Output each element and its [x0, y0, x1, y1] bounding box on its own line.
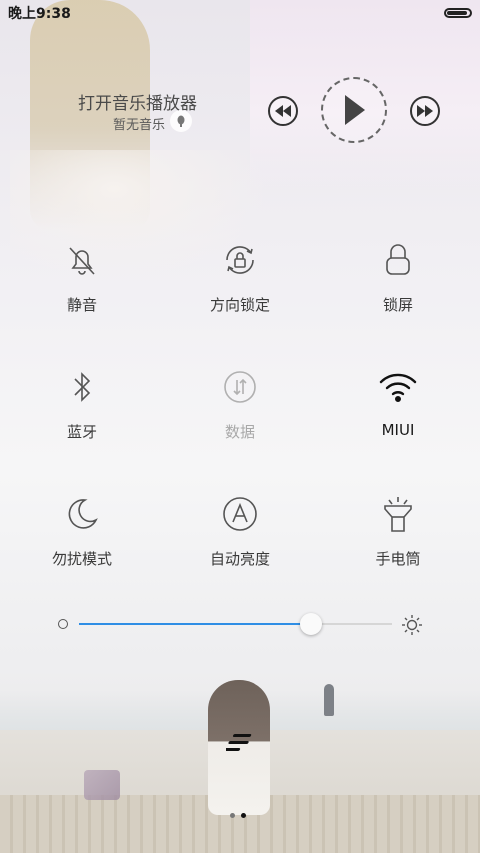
auto-brightness-icon [220, 494, 260, 534]
toggle-mobile-data[interactable]: 数据 [180, 367, 300, 457]
music-subtitle: 暂无音乐 [113, 118, 166, 133]
page-dot [230, 813, 235, 818]
battery-icon [444, 8, 472, 18]
battery-level [447, 11, 467, 15]
brightness-slider-thumb[interactable] [299, 613, 322, 635]
lock-icon [378, 240, 418, 280]
brightness-low-icon [58, 619, 68, 629]
toggle-do-not-disturb[interactable]: 勿扰模式 [22, 494, 142, 584]
toggle-label: MIUI [381, 421, 415, 439]
collapse-handle-icon[interactable] [223, 733, 254, 753]
bell-muted-icon [62, 240, 102, 280]
toggle-flashlight[interactable]: 手电筒 [338, 494, 458, 584]
toggle-lock-screen[interactable]: 锁屏 [338, 240, 458, 330]
toggle-mute[interactable]: 静音 [22, 240, 142, 330]
next-button[interactable] [410, 96, 440, 126]
toggle-label: 自动亮度 [209, 550, 270, 568]
bluetooth-icon [62, 367, 102, 407]
brightness-high-icon [401, 614, 423, 636]
previous-button[interactable] [268, 96, 298, 126]
play-button[interactable] [321, 77, 387, 143]
next-icon [417, 105, 433, 117]
toggle-label: 锁屏 [382, 296, 413, 314]
page-dot [241, 813, 246, 818]
toggle-label: 方向锁定 [209, 296, 270, 314]
brightness-slider-fill [79, 623, 311, 625]
wallpaper-person [324, 684, 334, 716]
brightness-slider[interactable] [79, 613, 392, 635]
toggle-wifi[interactable]: MIUI [338, 367, 458, 457]
toggle-bluetooth[interactable]: 蓝牙 [22, 367, 142, 457]
previous-icon [275, 105, 291, 117]
wallpaper-bag [84, 770, 120, 800]
toggle-auto-brightness[interactable]: 自动亮度 [180, 494, 300, 584]
music-note-icon [170, 110, 192, 132]
toggle-label: 静音 [66, 296, 97, 314]
toggle-label: 蓝牙 [66, 423, 97, 441]
flashlight-icon [378, 494, 418, 534]
toggle-label: 数据 [224, 423, 255, 441]
status-bar: 晚上9:38 [0, 0, 480, 26]
status-time: 晚上9:38 [8, 6, 71, 22]
mobile-data-icon [220, 367, 260, 407]
page-indicator [230, 813, 246, 818]
play-icon [345, 95, 365, 125]
toggle-label: 勿扰模式 [51, 550, 112, 568]
moon-icon [62, 494, 102, 534]
rotation-lock-icon [220, 240, 260, 280]
wifi-icon [378, 367, 418, 407]
toggle-rotation-lock[interactable]: 方向锁定 [180, 240, 300, 330]
toggle-label: 手电筒 [375, 550, 421, 568]
